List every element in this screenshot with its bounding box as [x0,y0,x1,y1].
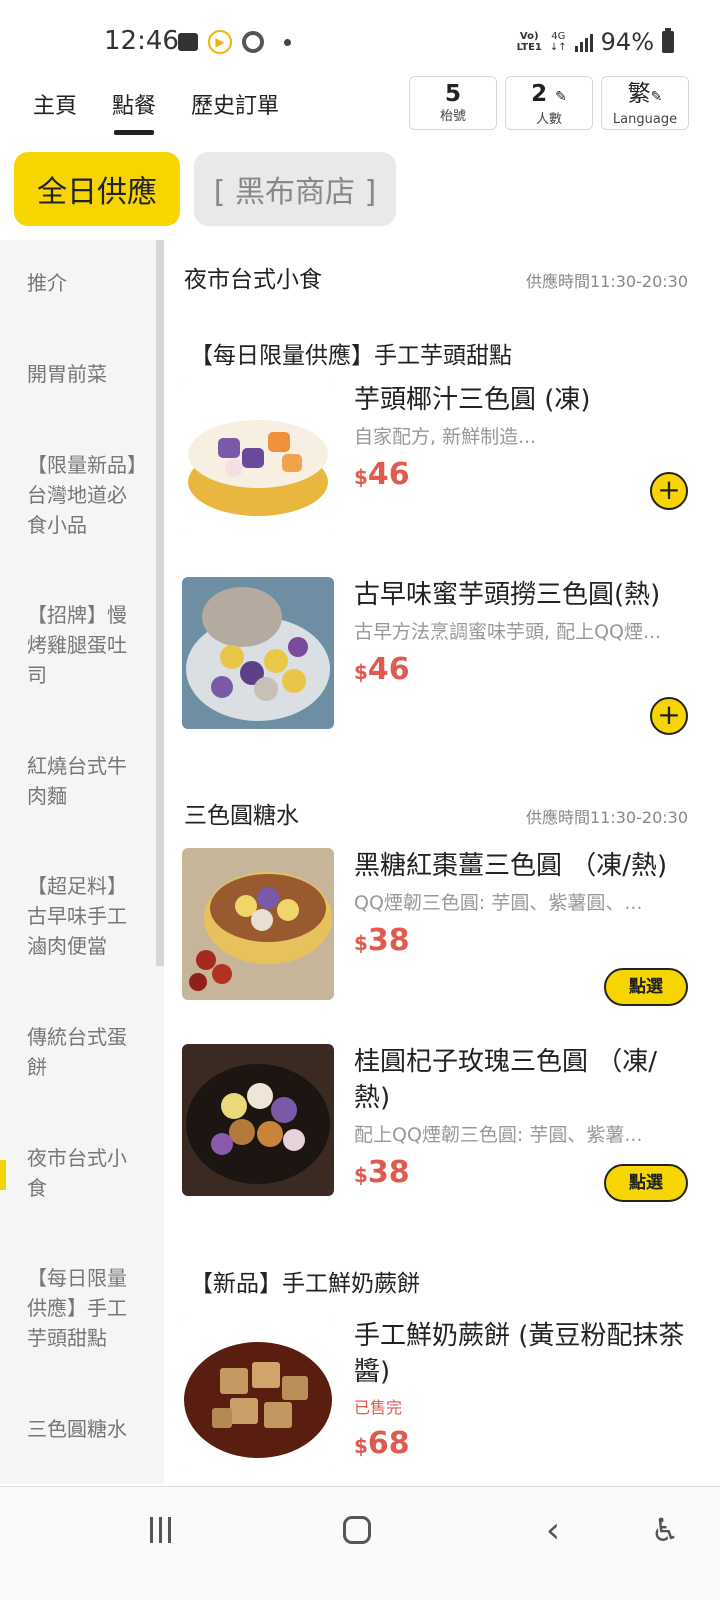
item-description: 古早方法烹調蜜味芋頭, 配上QQ煙... [354,621,662,643]
sold-out-label: 已售完 [354,1398,403,1417]
menu-item[interactable]: 古早味蜜芋頭撈三色圓(熱) 古早方法烹調蜜味芋頭, 配上QQ煙... $46 + [182,577,688,735]
item-photo [182,382,334,534]
accessibility-icon[interactable]: ♿ [650,1511,680,1549]
section-header-three-color: 三色圓糖水 供應時間11:30-20:30 [184,796,688,830]
battery-percent: 94% [600,28,654,56]
item-name: 芋頭椰汁三色圓 (凍) [354,385,591,415]
people-label: 人數 [535,112,562,127]
sidebar-item-beef-noodle[interactable]: 紅燒台式牛肉麵 [27,751,145,811]
notification-dot-icon [284,38,291,46]
sidebar-item-braised-pork-bento[interactable]: 【超足料】古早味手工滷肉便當 [27,871,145,961]
section-header-night-market: 夜市台式小食 供應時間11:30-20:30 [184,260,688,294]
sidebar-item-signature-toast[interactable]: 【招牌】慢烤雞腿蛋吐司 [27,600,145,690]
sidebar-scrollbar[interactable] [156,240,164,966]
chrome-icon [242,31,264,53]
people-count: 2 [531,81,548,107]
back-icon[interactable]: ‹ [538,1510,568,1551]
item-photo [182,848,334,1000]
subsection-title-taro: 【每日限量供應】手工芋頭甜點 [190,343,512,369]
subsection-title-warabi: 【新品】手工鮮奶蕨餅 [190,1271,420,1297]
sidebar-item-recommended[interactable]: 推介 [27,268,145,298]
section-time: 供應時間11:30-20:30 [526,808,688,827]
4g-icon: 4G ↓↑ [549,31,567,53]
item-price: $46 [354,652,410,687]
status-time: 12:46 [104,26,179,56]
table-number-box[interactable]: 5 枱號 [409,76,497,130]
sidebar-item-night-market[interactable]: 夜市台式小食 [27,1143,145,1203]
menu-item[interactable]: 桂圓杞子玫瑰三色圓 （凍/熱) 配上QQ煙韌三色圓: 芋圓、紫薯... $38 … [182,1044,688,1202]
sidebar-item-appetizers[interactable]: 開胃前菜 [27,359,145,389]
gallery-icon [178,33,198,51]
battery-icon [662,28,674,53]
item-price: $38 [354,923,410,958]
sidebar-item-limited-new[interactable]: 【限量新品】台灣地道必食小品 [27,450,145,540]
play-icon: ▶ [208,30,232,54]
active-category-marker [0,1160,6,1190]
language-char: 繁 [627,81,651,107]
select-item-button[interactable]: 點選 [604,1164,688,1202]
home-icon[interactable] [342,1513,372,1547]
tab-order-history[interactable]: 歷史訂單 [191,88,279,120]
menu-selector: 全日供應 [ 黑布商店 ] [14,152,396,226]
top-nav: 主頁 點餐 歷史訂單 5 枱號 2 ✎ 人數 繁✎ Language [0,76,720,146]
menu-item[interactable]: 手工鮮奶蕨餅 (黃豆粉配抹茶醬) 已售完 $68 [182,1318,688,1470]
sidebar-item-three-color[interactable]: 三色圓糖水 [27,1414,145,1444]
status-bar: 12:46 ▶ Vo) LTE1 4G ↓↑ 94% [0,0,720,80]
volte-icon: Vo) LTE1 [516,31,542,53]
people-count-button[interactable]: 2 ✎ 人數 [505,76,593,130]
system-nav-bar: ‹ ♿ [0,1486,720,1600]
table-label: 枱號 [439,109,466,124]
select-item-button[interactable]: 點選 [604,968,688,1006]
section-time: 供應時間11:30-20:30 [526,272,688,291]
menu-item[interactable]: 芋頭椰汁三色圓 (凍) 自家配方, 新鮮制造... $46 + [182,382,688,534]
item-name: 黑糖紅棗薑三色圓 （凍/熱) [354,851,668,881]
item-price: $68 [354,1426,410,1461]
table-number: 5 [444,81,461,107]
item-name: 古早味蜜芋頭撈三色圓(熱) [354,580,661,610]
menu-item[interactable]: 黑糖紅棗薑三色圓 （凍/熱) QQ煙韌三色圓: 芋圓、紫薯圓、... $38 點… [182,848,688,1006]
item-description: 配上QQ煙韌三色圓: 芋圓、紫薯... [354,1124,643,1146]
menu-black-cloth-shop-button[interactable]: [ 黑布商店 ] [194,152,396,226]
item-photo [182,1044,334,1196]
item-name: 桂圓杞子玫瑰三色圓 （凍/熱) [354,1047,658,1113]
item-description: QQ煙韌三色圓: 芋圓、紫薯圓、... [354,892,643,914]
add-item-button[interactable]: + [650,697,688,735]
section-title: 三色圓糖水 [184,803,299,829]
item-photo [182,577,334,729]
language-button[interactable]: 繁✎ Language [601,76,689,130]
language-label: Language [612,112,678,127]
item-photo [182,1318,334,1470]
tab-home[interactable]: 主頁 [33,88,77,120]
recents-icon[interactable] [146,1513,174,1547]
pencil-icon: ✎ [555,89,567,105]
sidebar-item-egg-pancake[interactable]: 傳統台式蛋餅 [27,1022,145,1082]
signal-icon [574,32,593,52]
category-sidebar[interactable]: 推介 開胃前菜 【限量新品】台灣地道必食小品 【招牌】慢烤雞腿蛋吐司 紅燒台式牛… [0,240,164,1484]
pencil-icon: ✎ [650,89,663,105]
item-name: 手工鮮奶蕨餅 (黃豆粉配抹茶醬) [354,1321,685,1387]
menu-content: 夜市台式小食 供應時間11:30-20:30 【每日限量供應】手工芋頭甜點 芋頭… [164,240,720,1484]
sidebar-item-taro-dessert[interactable]: 【每日限量供應】手工芋頭甜點 [27,1263,145,1353]
item-description: 自家配方, 新鮮制造... [354,426,537,448]
item-price: $46 [354,457,410,492]
add-item-button[interactable]: + [650,472,688,510]
menu-all-day-button[interactable]: 全日供應 [14,152,180,226]
section-title: 夜市台式小食 [184,267,322,293]
tab-order[interactable]: 點餐 [112,88,156,135]
